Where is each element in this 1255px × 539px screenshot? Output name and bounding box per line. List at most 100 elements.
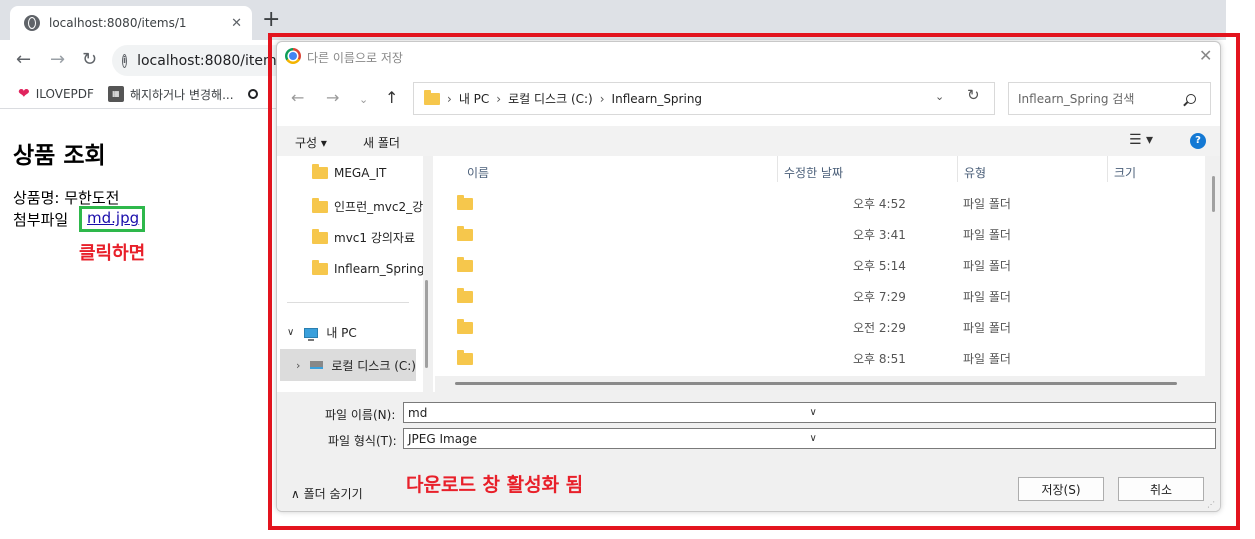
folder-icon	[312, 164, 328, 179]
column-header-date[interactable]: 수정한 날짜	[784, 164, 843, 181]
heart-icon: ❤	[18, 86, 30, 102]
horizontal-scrollbar[interactable]	[435, 376, 1205, 392]
vertical-scrollbar[interactable]	[1205, 156, 1220, 392]
breadcrumb-inflearn-spring[interactable]: Inflearn_Spring	[612, 92, 703, 106]
bookmarks-bar: ❤ ILOVEPDF ▦ 해지하거나 변경해...	[0, 80, 280, 108]
file-row[interactable]: 오후 3:41 파일 폴더	[435, 218, 1205, 249]
up-arrow-icon[interactable]: ↑	[385, 90, 398, 106]
filename-input[interactable]: md ∨	[403, 402, 1216, 423]
nav-scrollbar-thumb[interactable]	[425, 280, 428, 368]
breadcrumb-this-pc[interactable]: 내 PC	[459, 90, 489, 107]
file-type: 파일 폴더	[963, 352, 1011, 366]
back-arrow-icon[interactable]: ←	[291, 90, 304, 106]
file-row[interactable]: 오전 2:29 파일 폴더	[435, 311, 1205, 342]
file-row[interactable]: 오후 4:52 파일 폴더	[435, 187, 1205, 218]
organize-menu[interactable]: 구성 ▾	[295, 134, 327, 151]
new-tab-button[interactable]: +	[262, 9, 280, 31]
search-placeholder: Inflearn_Spring 검색	[1018, 92, 1135, 106]
chevron-down-icon[interactable]: ∨	[810, 407, 1212, 418]
folder-icon	[457, 257, 473, 272]
nav-item-local-disk[interactable]: › 로컬 디스크 (C:)	[280, 349, 416, 381]
globe-icon	[24, 15, 40, 31]
annotation-download-text: 다운로드 창 활성화 됨	[406, 474, 584, 496]
address-bar[interactable]: i localhost:8080/items/	[112, 45, 282, 76]
column-divider[interactable]	[777, 156, 778, 182]
file-type: 파일 폴더	[963, 321, 1011, 335]
column-header-name[interactable]: 이름	[467, 164, 489, 181]
folder-icon	[457, 319, 473, 334]
chevron-up-icon: ∧	[291, 487, 300, 501]
hide-folders-label: 폴더 숨기기	[303, 487, 363, 501]
back-arrow-icon[interactable]: ←	[16, 50, 31, 70]
column-divider[interactable]	[957, 156, 958, 182]
folder-icon	[312, 260, 328, 275]
file-row[interactable]: 오후 5:14 파일 폴더	[435, 249, 1205, 280]
search-icon[interactable]	[1186, 93, 1196, 104]
hide-folders-toggle[interactable]: ∧ 폴더 숨기기	[291, 485, 363, 502]
new-folder-button[interactable]: 새 폴더	[363, 134, 400, 151]
nav-item-inflearn-spring[interactable]: Inflearn_Spring	[312, 260, 425, 276]
file-date: 오후 4:52	[853, 197, 906, 211]
dialog-titlebar: 다른 이름으로 저장 ✕	[277, 42, 1220, 72]
column-divider[interactable]	[1107, 156, 1108, 182]
bookmark-cancel-change[interactable]: ▦ 해지하거나 변경해...	[107, 86, 234, 103]
disk-drive-icon	[310, 361, 324, 369]
chevron-down-icon[interactable]: ∨	[287, 327, 294, 338]
info-icon[interactable]: i	[122, 53, 128, 68]
chevron-down-icon[interactable]: ⌄	[935, 90, 944, 103]
cancel-button[interactable]: 취소	[1118, 477, 1204, 501]
breadcrumb-local-disk[interactable]: 로컬 디스크 (C:)	[508, 90, 593, 107]
browser-tab[interactable]: localhost:8080/items/1 ✕	[10, 6, 252, 40]
column-header-size[interactable]: 크기	[1114, 164, 1136, 181]
forward-arrow-icon[interactable]: →	[50, 50, 65, 70]
recent-locations-chevron-icon[interactable]: ⌄	[359, 92, 368, 108]
chevron-down-icon[interactable]: ∨	[810, 433, 1212, 444]
bookmark-label: 해지하거나 변경해...	[129, 87, 234, 102]
nav-item-mvc2[interactable]: 인프런_mvc2_강	[312, 197, 423, 215]
close-tab-icon[interactable]: ✕	[231, 16, 242, 31]
forward-arrow-icon[interactable]: →	[326, 90, 339, 106]
nav-divider	[287, 302, 409, 303]
nav-scrollbar[interactable]	[423, 156, 433, 392]
chrome-icon	[285, 48, 301, 64]
close-icon[interactable]: ✕	[1199, 46, 1212, 65]
vertical-scrollbar-thumb[interactable]	[1212, 176, 1215, 212]
nav-item-this-pc[interactable]: ∨ 내 PC	[287, 324, 357, 341]
reload-icon[interactable]: ↻	[82, 50, 97, 70]
breadcrumb-separator-icon[interactable]: ›	[600, 92, 605, 106]
toolbar-divider	[0, 108, 280, 109]
bookmark-ilovepdf[interactable]: ❤ ILOVEPDF	[18, 86, 94, 102]
file-row[interactable]: 오후 7:29 파일 폴더	[435, 280, 1205, 311]
horizontal-scrollbar-thumb[interactable]	[455, 382, 1177, 385]
view-menu-icon[interactable]: ☰ ▾	[1129, 132, 1153, 148]
file-date: 오전 2:29	[853, 321, 906, 335]
dialog-title: 다른 이름으로 저장	[307, 51, 403, 65]
nav-item-label: Inflearn_Spring	[334, 262, 425, 276]
folder-icon	[457, 226, 473, 241]
nav-item-mvc1[interactable]: mvc1 강의자료	[312, 228, 415, 246]
chevron-right-icon[interactable]: ›	[296, 359, 300, 372]
file-row[interactable]: 오후 8:51 파일 폴더	[435, 342, 1205, 373]
dialog-command-bar: 구성 ▾ 새 폴더 ☰ ▾ ?	[277, 126, 1220, 156]
help-icon[interactable]: ?	[1190, 133, 1206, 149]
filetype-select[interactable]: JPEG Image ∨	[403, 428, 1216, 449]
resize-grip-icon[interactable]: ⋰	[1207, 500, 1215, 509]
folder-icon	[312, 228, 328, 244]
save-button[interactable]: 저장(S)	[1018, 477, 1104, 501]
annotation-click-text: 클릭하면	[79, 243, 146, 264]
file-type: 파일 폴더	[963, 197, 1011, 211]
breadcrumb-separator-icon[interactable]: ›	[496, 92, 501, 106]
attachment-label: 첨부파일	[13, 211, 69, 229]
folder-search-input[interactable]: Inflearn_Spring 검색	[1008, 82, 1211, 115]
navigation-pane: MEGA_IT 인프런_mvc2_강 mvc1 강의자료 Inflearn_Sp…	[277, 156, 433, 392]
folder-icon	[312, 197, 328, 213]
nav-item-label: MEGA_IT	[334, 166, 387, 180]
folder-path-bar[interactable]: › 내 PC › 로컬 디스크 (C:) › Inflearn_Spring	[413, 82, 995, 115]
product-name: 상품명: 무한도전	[13, 189, 120, 207]
column-header-type[interactable]: 유형	[964, 164, 986, 181]
refresh-icon[interactable]: ↻	[967, 86, 980, 104]
bookmark-circle-icon[interactable]	[247, 89, 258, 99]
url-text: localhost:8080/items/	[137, 52, 282, 69]
breadcrumb-separator-icon[interactable]: ›	[447, 92, 452, 106]
nav-item-mega-it[interactable]: MEGA_IT	[312, 164, 387, 180]
